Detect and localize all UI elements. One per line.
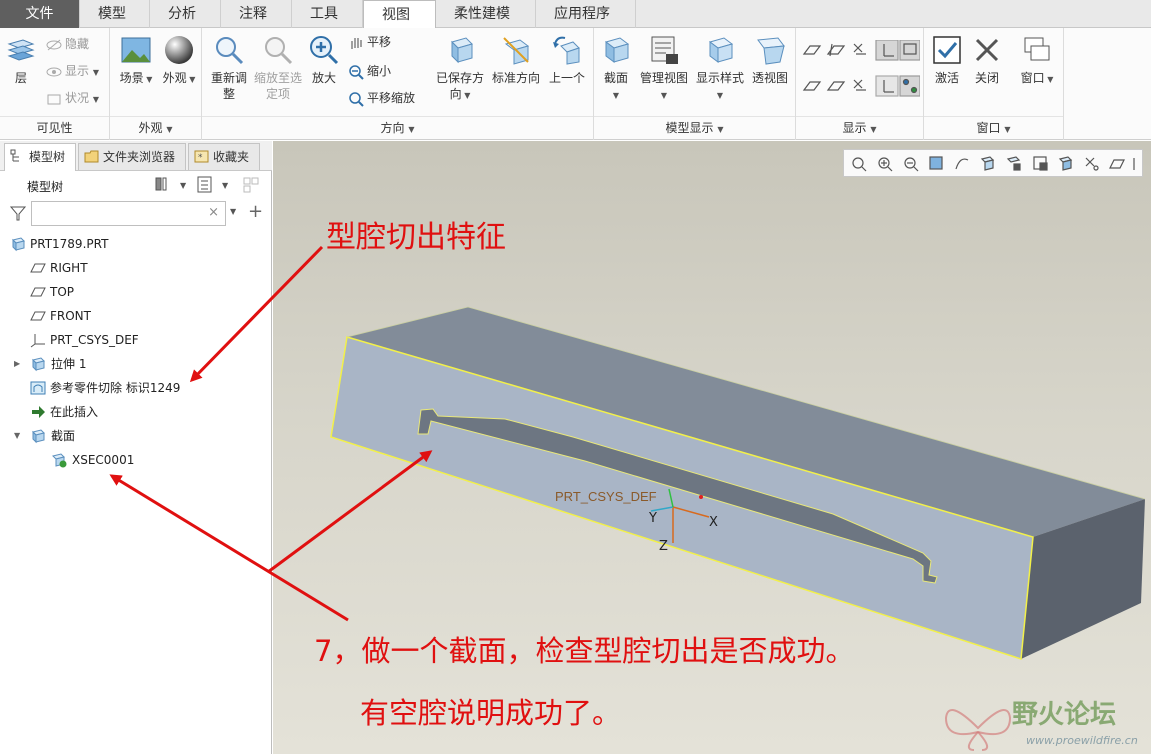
annotation-cavity-cut: 型腔切出特征	[326, 220, 506, 255]
arrow-to-xsec	[109, 474, 349, 622]
arrow-to-cut-feature	[189, 245, 324, 383]
annotation-step: 7，做一个截面，检查型腔切出是否成功。	[314, 634, 855, 668]
butterfly-logo-icon	[944, 709, 1012, 751]
watermark-text: 野火论坛	[1012, 700, 1117, 730]
forum-watermark-logo: 野火论坛 www.proewildfire.cn	[938, 688, 1151, 754]
annotation-result: 有空腔说明成功了。	[360, 696, 622, 730]
arrow-to-cavity	[267, 450, 433, 574]
watermark-url: www.proewildfire.cn	[1026, 734, 1138, 747]
